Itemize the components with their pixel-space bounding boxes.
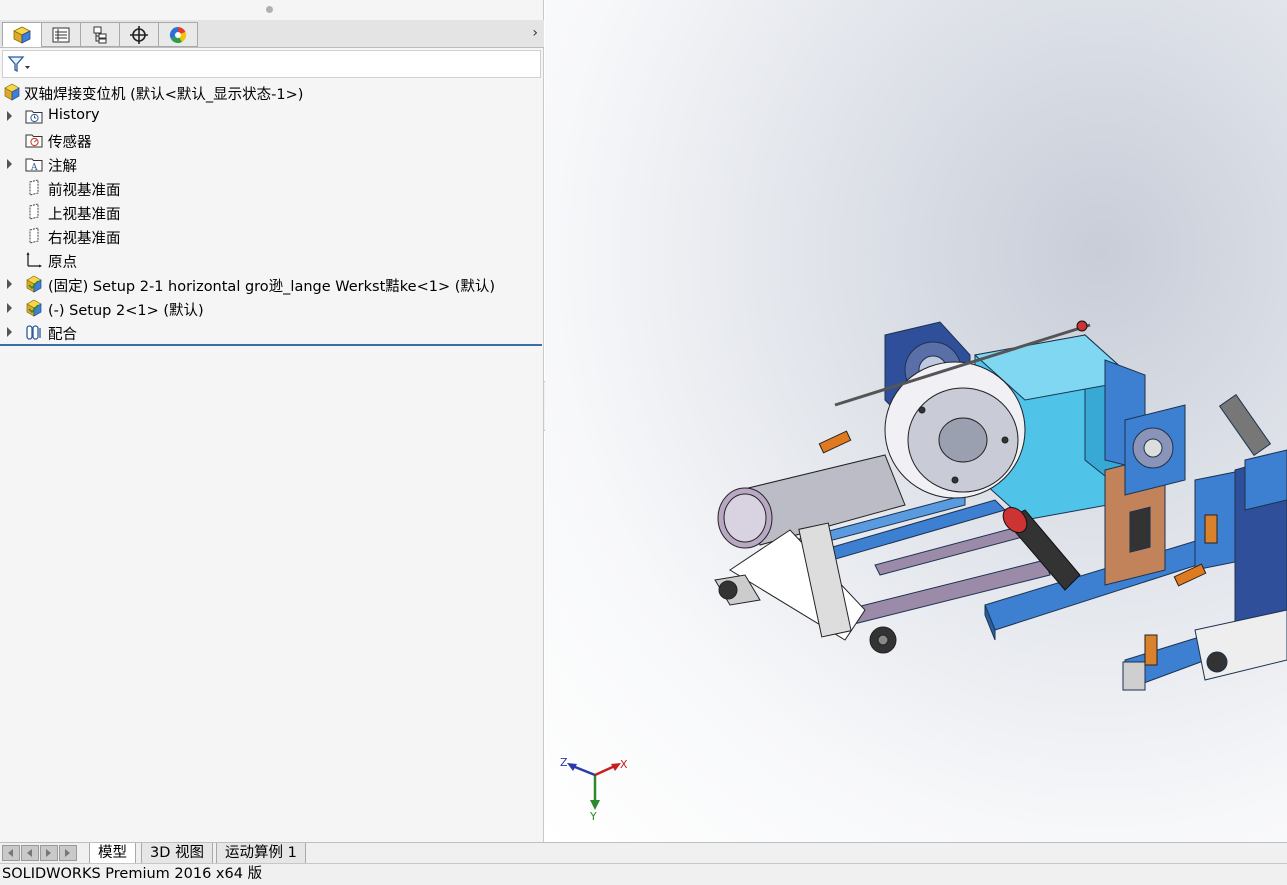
tree-item-label: (固定) Setup 2-1 horizontal gro逊_lange Wer… — [48, 279, 496, 295]
panel-resize-grip[interactable] — [266, 6, 273, 13]
expand-caret-icon[interactable] — [7, 159, 12, 169]
filter-funnel-icon[interactable] — [7, 54, 31, 74]
mates-icon — [26, 325, 41, 340]
tree-item-history[interactable]: History — [0, 104, 544, 128]
plane-icon — [29, 179, 39, 196]
configurationmanager-tab[interactable] — [80, 22, 120, 47]
sensor-folder-icon — [25, 134, 43, 148]
manager-tab-bar: › — [0, 20, 544, 48]
featuremanager-tab[interactable] — [2, 22, 42, 47]
tree-item-label: 原点 — [48, 255, 77, 271]
history-folder-icon — [25, 110, 43, 124]
expand-caret-icon[interactable] — [7, 327, 12, 337]
tab-model[interactable]: 模型 — [89, 843, 136, 864]
rollback-bar[interactable] — [0, 344, 542, 346]
coordinate-triad: Z X Y — [560, 756, 628, 823]
bottom-tab-bar: 模型 3D 视图 运动算例 1 — [0, 842, 1287, 864]
color-wheel-icon — [169, 26, 187, 43]
property-list-icon — [52, 27, 70, 42]
part-cube-icon — [13, 26, 31, 44]
tab-scroll-right-icon[interactable]: › — [532, 25, 538, 41]
feature-tree-filter[interactable] — [2, 50, 541, 78]
tree-root-assembly[interactable]: 双轴焊接变位机 (默认<默认_显示状态-1>) — [0, 80, 544, 104]
configuration-icon — [93, 26, 107, 43]
tree-item-label: 右视基准面 — [48, 231, 121, 247]
tree-item-label: (-) Setup 2<1> (默认) — [48, 303, 204, 319]
subassembly-icon — [26, 299, 42, 317]
tab-3d-view[interactable]: 3D 视图 — [141, 843, 213, 864]
plane-icon — [29, 203, 39, 220]
status-bar: SOLIDWORKS Premium 2016 x64 版 — [0, 863, 1287, 885]
tree-item-label: History — [48, 107, 100, 123]
display-manager-tab[interactable] — [158, 22, 198, 47]
tree-item-setup-2[interactable]: (-) Setup 2<1> (默认) — [0, 296, 544, 320]
tree-item-origin[interactable]: 原点 — [0, 248, 544, 272]
annotation-folder-icon: A — [25, 158, 43, 173]
status-text: SOLIDWORKS Premium 2016 x64 版 — [2, 866, 263, 882]
tab-motion-study[interactable]: 运动算例 1 — [216, 843, 306, 864]
triad-y-label: Y — [589, 810, 597, 823]
tree-item-label: 注解 — [48, 159, 77, 175]
graphics-viewport[interactable]: Z X Y — [545, 0, 1287, 842]
tree-root-label: 双轴焊接变位机 (默认<默认_显示状态-1>) — [24, 87, 304, 103]
dimxpert-tab[interactable] — [119, 22, 159, 47]
feature-tree: 双轴焊接变位机 (默认<默认_显示状态-1>) History 传感器 A 注解… — [0, 80, 544, 344]
expand-caret-icon[interactable] — [7, 111, 12, 121]
tailstock-flange — [1124, 404, 1186, 496]
last-tab-button[interactable] — [59, 845, 77, 861]
tree-item-label: 传感器 — [48, 135, 92, 151]
expand-caret-icon[interactable] — [7, 279, 12, 289]
tree-item-setup-2-1[interactable]: (固定) Setup 2-1 horizontal gro逊_lange Wer… — [0, 272, 544, 296]
tree-item-right-plane[interactable]: 右视基准面 — [0, 224, 544, 248]
previous-tab-button[interactable] — [21, 845, 39, 861]
tree-item-front-plane[interactable]: 前视基准面 — [0, 176, 544, 200]
expand-caret-icon[interactable] — [7, 303, 12, 313]
tree-item-sensors[interactable]: 传感器 — [0, 128, 544, 152]
tree-item-label: 上视基准面 — [48, 207, 121, 223]
tree-item-label: 配合 — [48, 327, 77, 343]
assembly-model[interactable]: Z X Y — [545, 0, 1287, 842]
tree-item-top-plane[interactable]: 上视基准面 — [0, 200, 544, 224]
triad-z-label: Z — [560, 756, 568, 769]
plane-icon — [29, 227, 39, 244]
triad-x-label: X — [620, 758, 628, 771]
feature-manager-panel: › 双轴焊接变位机 (默认<默认_显示状态-1>) History 传感器 A … — [0, 0, 544, 842]
crosshair-icon — [130, 25, 148, 44]
tree-item-label: 前视基准面 — [48, 183, 121, 199]
propertymanager-tab[interactable] — [41, 22, 81, 47]
assembly-icon — [4, 83, 20, 101]
origin-icon — [26, 252, 42, 268]
tree-item-annotations[interactable]: A 注解 — [0, 152, 544, 176]
svg-text:A: A — [30, 163, 38, 173]
first-tab-button[interactable] — [2, 845, 20, 861]
next-tab-button[interactable] — [40, 845, 58, 861]
tree-item-mates[interactable]: 配合 — [0, 320, 544, 344]
subassembly-icon — [26, 275, 42, 293]
